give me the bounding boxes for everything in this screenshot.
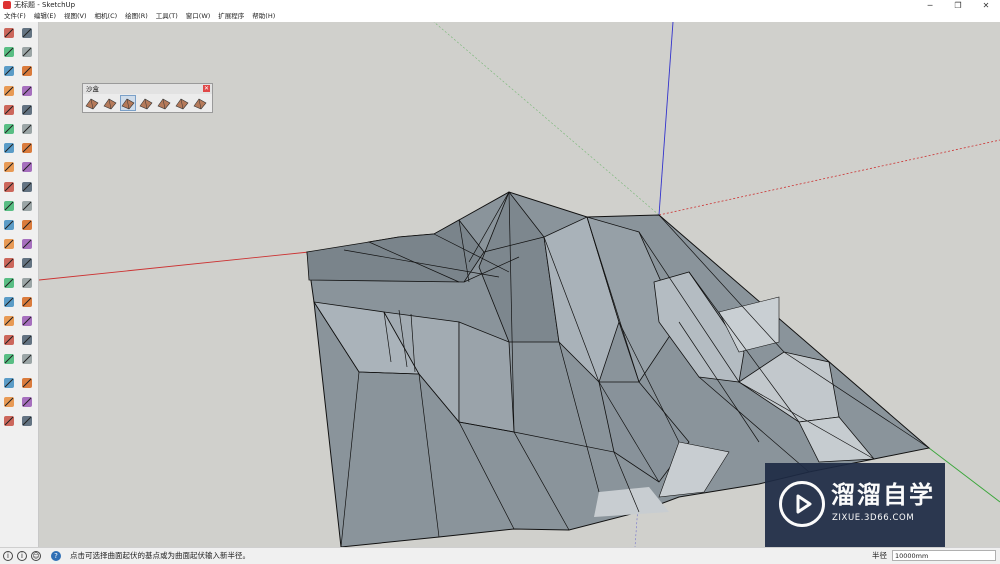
smoove-icon[interactable] [120, 95, 136, 111]
solid-tools-icon[interactable] [20, 414, 34, 428]
text-icon[interactable] [20, 237, 34, 251]
extension-warehouse-icon[interactable] [20, 376, 34, 390]
walk-icon[interactable] [2, 352, 16, 366]
house-icon[interactable] [2, 414, 16, 428]
circle-icon[interactable] [2, 103, 16, 117]
section-plane-icon[interactable] [20, 352, 34, 366]
menu-view[interactable]: 视图(V) [60, 11, 91, 22]
add-detail-icon[interactable] [175, 96, 189, 110]
zoom-extents-icon[interactable] [2, 314, 16, 328]
layout-icon[interactable] [2, 395, 16, 409]
close-button[interactable]: ✕ [972, 0, 1000, 11]
drape-icon[interactable] [157, 96, 171, 110]
menu-bar: 文件(F) 编辑(E) 视图(V) 相机(C) 绘图(R) 工具(T) 窗口(W… [0, 11, 1000, 22]
flip-edge-icon[interactable] [193, 96, 207, 110]
dimension-icon[interactable] [20, 218, 34, 232]
freehand-icon[interactable] [20, 64, 34, 78]
menu-extensions[interactable]: 扩展程序 [214, 11, 248, 22]
zoom-window-icon[interactable] [20, 295, 34, 309]
sandbox-toolbar-panel[interactable]: 沙盒 ✕ [82, 83, 213, 113]
3d-text-icon[interactable] [20, 256, 34, 270]
pan-icon[interactable] [20, 276, 34, 290]
eraser-icon[interactable] [20, 45, 34, 59]
axes-icon[interactable] [2, 256, 16, 270]
select-icon[interactable] [2, 26, 16, 40]
menu-window[interactable]: 窗口(W) [182, 11, 215, 22]
menu-help[interactable]: 帮助(H) [248, 11, 279, 22]
move-icon[interactable] [2, 160, 16, 174]
status-message: 点击可选择曲面起伏的基点或为曲面起伏输入新半径。 [70, 551, 250, 560]
polygon-icon[interactable] [20, 103, 34, 117]
warehouse-icon[interactable] [2, 376, 16, 390]
rectangle-icon[interactable] [2, 84, 16, 98]
green-axis-dotted [433, 22, 660, 216]
sandbox-panel-close-button[interactable]: ✕ [203, 85, 210, 92]
tape-measure-icon[interactable] [2, 218, 16, 232]
red-axis-dotted [658, 139, 1000, 216]
watermark-sub-text: ZIXUE.3D66.COM [832, 513, 915, 523]
sketchup-app-icon [3, 1, 11, 9]
zoom-icon[interactable] [2, 295, 16, 309]
play-icon [779, 481, 825, 527]
menu-file[interactable]: 文件(F) [0, 11, 30, 22]
arc-icon[interactable] [2, 122, 16, 136]
two-point-arc-icon[interactable] [2, 141, 16, 155]
pie-icon[interactable] [20, 122, 34, 136]
paint-bucket-icon[interactable] [2, 45, 16, 59]
watermark-main-text: 溜溜自学 [831, 481, 935, 509]
large-tool-set-toolbar [0, 22, 39, 547]
push-pull-icon[interactable] [20, 160, 34, 174]
position-camera-icon[interactable] [2, 333, 16, 347]
status-bar: i i ☺ ? 点击可选择曲面起伏的基点或为曲面起伏输入新半径。 半径 1000… [0, 547, 1000, 564]
help-icon[interactable]: ? [51, 551, 61, 561]
three-point-arc-icon[interactable] [20, 141, 34, 155]
credits-icon[interactable]: i [17, 551, 27, 561]
red-axis [39, 251, 310, 281]
protractor-icon[interactable] [2, 237, 16, 251]
menu-tools[interactable]: 工具(T) [152, 11, 182, 22]
rotated-rectangle-icon[interactable] [20, 84, 34, 98]
menu-camera[interactable]: 相机(C) [91, 11, 122, 22]
minimize-button[interactable]: ─ [916, 0, 944, 11]
window-title: 无标题 - SketchUp [14, 1, 76, 9]
offset-icon[interactable] [20, 199, 34, 213]
sandbox-panel-title[interactable]: 沙盒 [83, 84, 212, 94]
stamp-icon[interactable] [139, 96, 153, 110]
restore-button[interactable]: ❐ [944, 0, 972, 11]
line-icon[interactable] [2, 64, 16, 78]
user-icon[interactable]: ☺ [31, 551, 41, 561]
geo-location-icon[interactable]: i [3, 551, 13, 561]
title-bar: 无标题 - SketchUp ─ ❐ ✕ [0, 0, 1000, 11]
component-icon[interactable] [20, 26, 34, 40]
menu-edit[interactable]: 编辑(E) [30, 11, 60, 22]
follow-me-icon[interactable] [20, 180, 34, 194]
rotate-icon[interactable] [2, 180, 16, 194]
scale-icon[interactable] [2, 199, 16, 213]
from-contours-icon[interactable] [85, 96, 99, 110]
measurements-label: 半径 [872, 551, 887, 560]
style-builder-icon[interactable] [20, 395, 34, 409]
watermark-logo: 溜溜自学 ZIXUE.3D66.COM [765, 463, 945, 547]
look-around-icon[interactable] [20, 333, 34, 347]
previous-view-icon[interactable] [20, 314, 34, 328]
from-scratch-icon[interactable] [103, 96, 117, 110]
sketchup-window: 无标题 - SketchUp ─ ❐ ✕ 文件(F) 编辑(E) 视图(V) 相… [0, 0, 1000, 564]
menu-draw[interactable]: 绘图(R) [121, 11, 152, 22]
measurements-input[interactable]: 10000mm [892, 550, 996, 561]
orbit-icon[interactable] [2, 276, 16, 290]
blue-axis [658, 22, 674, 216]
